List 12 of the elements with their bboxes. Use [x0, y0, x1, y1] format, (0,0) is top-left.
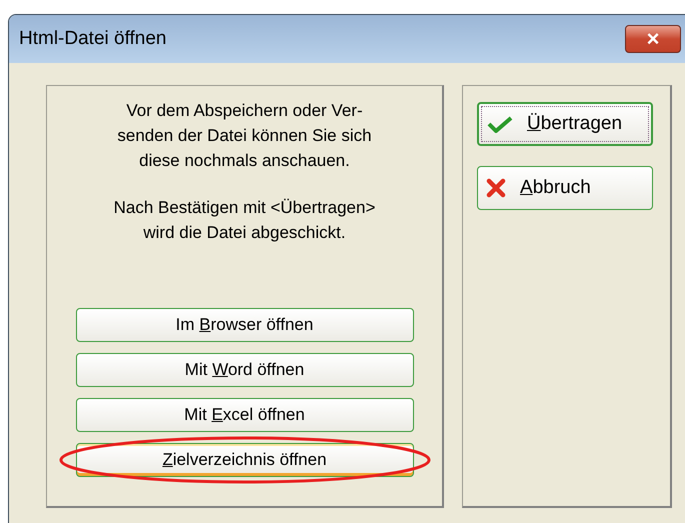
info-text: Vor dem Abspeichern oder Ver- senden der Datei können Sie sich diese nochmals anschauen.	[117, 100, 372, 172]
open-button[interactable]: Mit Word öffnen	[76, 353, 414, 387]
cancel-button[interactable]: Abbruch	[477, 166, 653, 210]
open-button[interactable]: Im Browser öffnen	[76, 308, 414, 342]
window-title: Html-Datei öffnen	[19, 26, 166, 51]
open-button[interactable]: Mit Excel öffnen	[76, 398, 414, 432]
info-text: Nach Bestätigen mit <Übertragen> wird die Datei abgeschickt.	[114, 197, 376, 244]
transfer-button[interactable]: Übertragen	[477, 102, 653, 146]
close-button[interactable]: ×	[625, 25, 681, 53]
open-button[interactable]: Zielverzeichnis öffnen	[76, 443, 414, 477]
checkmark-icon	[487, 115, 513, 133]
cross-icon	[486, 178, 506, 198]
